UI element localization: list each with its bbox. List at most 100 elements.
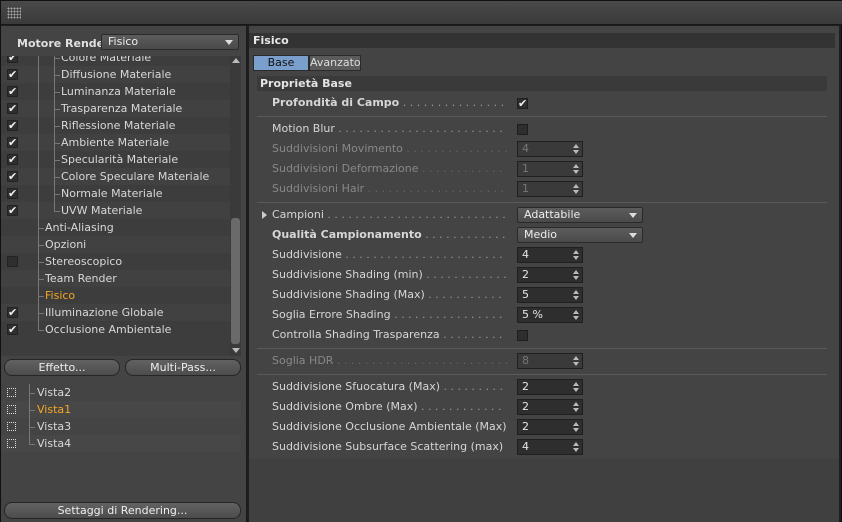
property-row: Suddivisione Shading (min) . . . . . . .… <box>272 266 583 284</box>
tree-item[interactable]: Opzioni <box>1 236 241 253</box>
tree-item-label: Illuminazione Globale <box>45 306 164 319</box>
render-settings-button[interactable]: Settaggi di Rendering... <box>4 502 241 519</box>
dropdown[interactable]: Medio <box>517 227 643 243</box>
render-setting-item[interactable]: Vista4 <box>1 435 241 452</box>
render-engine-dropdown[interactable]: Fisico <box>101 34 239 50</box>
number-field[interactable]: 5 <box>517 287 583 303</box>
leader-dots: . . . . . . . . . . . . <box>422 268 507 281</box>
tree-item-label: Stereoscopico <box>45 255 123 268</box>
number-value: 8 <box>522 354 529 367</box>
tree-item[interactable]: ✔ Colore Materiale <box>1 56 241 66</box>
spinner-arrows-icon[interactable] <box>573 422 579 432</box>
tree-item[interactable]: ✔ Normale Materiale <box>1 185 241 202</box>
property-label: Controlla Shading Trasparenza <box>272 328 440 341</box>
spinner-arrows-icon[interactable] <box>573 290 579 300</box>
checkmark-icon[interactable]: ✔ <box>7 205 18 216</box>
expand-arrow-icon[interactable] <box>262 211 267 219</box>
checkmark-icon[interactable]: ✔ <box>7 137 18 148</box>
tree-item[interactable]: ✔ Occlusione Ambientale <box>1 321 241 338</box>
number-field[interactable]: 2 <box>517 419 583 435</box>
spinner-arrows-icon[interactable] <box>573 382 579 392</box>
tree-item[interactable]: Stereoscopico <box>1 253 241 270</box>
number-value: 5 % <box>522 308 543 321</box>
tree-item[interactable]: Team Render <box>1 270 241 287</box>
number-field[interactable]: 4 <box>517 439 583 455</box>
checkbox[interactable] <box>7 256 18 267</box>
property-label: Suddivisioni Movimento <box>272 142 403 155</box>
dropdown-value: Medio <box>524 228 558 241</box>
multipass-button[interactable]: Multi-Pass... <box>125 359 241 376</box>
tree-item[interactable]: ✔ Colore Speculare Materiale <box>1 168 241 185</box>
tree-item-label: Colore Speculare Materiale <box>61 170 210 183</box>
number-field[interactable]: 4 <box>517 247 583 263</box>
grip-icon[interactable] <box>7 7 21 19</box>
title-bar[interactable] <box>1 1 842 25</box>
checkmark-icon[interactable]: ✔ <box>7 120 18 131</box>
tab-base[interactable]: Base <box>253 55 309 71</box>
tree-item[interactable]: ✔ Ambiente Materiale <box>1 134 241 151</box>
spinner-arrows-icon[interactable] <box>573 310 579 320</box>
number-value: 5 <box>522 288 529 301</box>
checkbox[interactable] <box>517 330 528 341</box>
checkmark-icon[interactable]: ✔ <box>7 86 18 97</box>
tree-item[interactable]: ✔ Specularità Materiale <box>1 151 241 168</box>
chevron-down-icon <box>629 213 637 218</box>
checkmark-icon[interactable]: ✔ <box>7 307 18 318</box>
tree-guide <box>38 56 39 330</box>
separator <box>257 374 827 375</box>
checkmark-icon[interactable]: ✔ <box>7 171 18 182</box>
spinner-arrows-icon[interactable] <box>573 270 579 280</box>
checkmark-icon[interactable]: ✔ <box>7 56 18 63</box>
tree-item-label: Anti-Aliasing <box>45 221 114 234</box>
tree-item[interactable]: ✔ Riflessione Materiale <box>1 117 241 134</box>
tree-scrollbar[interactable] <box>230 56 241 356</box>
tree-item-label: Opzioni <box>45 238 87 251</box>
checkmark-icon[interactable]: ✔ <box>517 98 528 109</box>
dropdown[interactable]: Adattabile <box>517 207 643 223</box>
checkmark-icon[interactable]: ✔ <box>7 324 18 335</box>
tree-item[interactable]: ✔ UVW Materiale <box>1 202 241 219</box>
number-field[interactable]: 2 <box>517 399 583 415</box>
tree-item[interactable]: ✔ Trasparenza Materiale <box>1 100 241 117</box>
tree-item[interactable]: ✔ Diffusione Materiale <box>1 66 241 83</box>
scroll-up-icon[interactable] <box>232 58 240 63</box>
number-field: 4 <box>517 141 583 157</box>
render-setting-item[interactable]: Vista3 <box>1 418 241 435</box>
number-field[interactable]: 2 <box>517 267 583 283</box>
tree-item-label: Specularità Materiale <box>61 153 179 166</box>
tree-guide <box>29 384 30 444</box>
checkmark-icon[interactable]: ✔ <box>7 188 18 199</box>
checkbox[interactable] <box>517 124 528 135</box>
number-field[interactable]: 2 <box>517 379 583 395</box>
checkmark-icon[interactable]: ✔ <box>7 69 18 80</box>
render-engine-label: Motore Render <box>17 37 110 50</box>
tree-item[interactable]: ✔ Luminanza Materiale <box>1 83 241 100</box>
effect-button[interactable]: Effetto... <box>4 359 120 376</box>
tree-item[interactable]: ✔ Illuminazione Globale <box>1 304 241 321</box>
render-setting-icon[interactable] <box>7 405 16 414</box>
render-setting-icon[interactable] <box>7 439 16 448</box>
render-setting-icon[interactable] <box>7 422 16 431</box>
property-row: Suddivisione . . . . . . . . . . . . . .… <box>272 246 583 264</box>
tree-item-label: Ambiente Materiale <box>61 136 170 149</box>
spinner-arrows-icon[interactable] <box>573 250 579 260</box>
tab-advanced[interactable]: Avanzato <box>309 55 361 71</box>
checkmark-icon[interactable]: ✔ <box>7 103 18 114</box>
render-setting-item[interactable]: Vista2 <box>1 384 241 401</box>
render-setting-item[interactable]: Vista1 <box>1 401 241 418</box>
spinner-arrows-icon[interactable] <box>573 442 579 452</box>
render-setting-label: Vista3 <box>37 420 72 433</box>
checkmark-icon[interactable]: ✔ <box>7 154 18 165</box>
chevron-down-icon <box>629 233 637 238</box>
render-setting-icon[interactable] <box>7 388 16 397</box>
number-field[interactable]: 5 % <box>517 307 583 323</box>
scroll-down-icon[interactable] <box>232 348 240 353</box>
spinner-arrows-icon[interactable] <box>573 402 579 412</box>
tree-item[interactable]: Anti-Aliasing <box>1 219 241 236</box>
leader-dots: . . . . . . . . . . . . . . . . . . . . … <box>341 248 503 261</box>
render-setting-label: Vista2 <box>37 386 72 399</box>
tree-connector <box>54 211 60 212</box>
render-engine-value: Fisico <box>108 35 139 48</box>
tree-item[interactable]: Fisico <box>1 287 241 304</box>
scrollbar-thumb[interactable] <box>231 218 240 344</box>
